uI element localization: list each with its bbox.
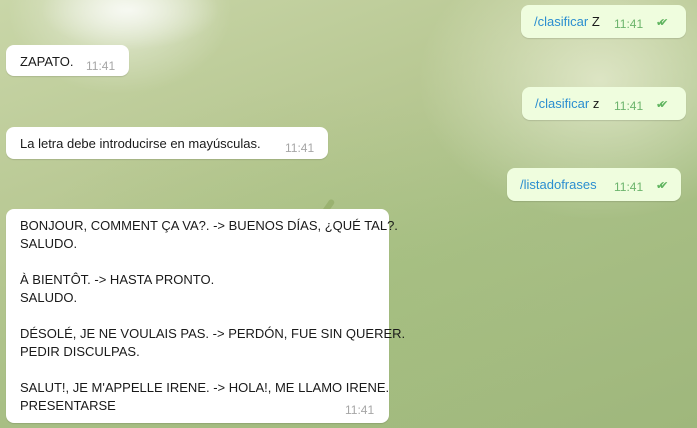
message-time: 11:41 <box>614 17 644 31</box>
outgoing-message[interactable]: /clasificar z 11:41 ✔✔ <box>522 87 686 120</box>
bot-command-link[interactable]: /clasificar <box>535 96 589 111</box>
message-line: DÉSOLÉ, JE NE VOULAIS PAS. -> PERDÓN, FU… <box>20 326 406 341</box>
outgoing-message[interactable]: /clasificar Z 11:41 ✔✔ <box>521 5 686 38</box>
command-argument: Z <box>591 14 600 29</box>
background-flower <box>40 0 220 50</box>
outgoing-message[interactable]: /listadofrases 11:41 ✔✔ <box>507 168 681 201</box>
message-line: À BIENTÔT. -> HASTA PRONTO. <box>20 272 215 287</box>
message-text: /clasificar Z <box>534 14 600 29</box>
message-line: SALUT!, JE M'APPELLE IRENE. -> HOLA!, ME… <box>20 380 390 395</box>
command-argument: z <box>592 96 600 111</box>
double-check-icon: ✔✔ <box>656 99 669 111</box>
incoming-message[interactable]: ZAPATO. 11:41 <box>6 45 129 76</box>
double-check-icon: ✔✔ <box>656 17 669 29</box>
message-line: BONJOUR, COMMENT ÇA VA?. -> BUENOS DÍAS,… <box>20 218 398 233</box>
message-line: PEDIR DISCULPAS. <box>20 344 140 359</box>
message-line: PRESENTARSE <box>20 398 116 413</box>
bot-command-link[interactable]: /listadofrases <box>520 177 597 192</box>
bot-command-link[interactable]: /clasificar <box>534 14 588 29</box>
message-text: ZAPATO. <box>20 54 74 69</box>
message-line: SALUDO. <box>20 236 78 251</box>
message-time: 11:41 <box>86 59 116 73</box>
message-line: SALUDO. <box>20 290 78 305</box>
message-text: /listadofrases <box>520 177 597 192</box>
message-time: 11:41 <box>285 141 315 155</box>
incoming-message[interactable]: La letra debe introducirse en mayúsculas… <box>6 127 328 159</box>
message-time: 11:41 <box>614 99 644 113</box>
message-time: 11:41 <box>614 180 644 194</box>
message-text: La letra debe introducirse en mayúsculas… <box>20 136 261 151</box>
incoming-message[interactable]: BONJOUR, COMMENT ÇA VA?. -> BUENOS DÍAS,… <box>6 209 405 423</box>
double-check-icon: ✔✔ <box>656 180 669 192</box>
message-text: /clasificar z <box>535 96 599 111</box>
message-time: 11:41 <box>345 403 375 417</box>
